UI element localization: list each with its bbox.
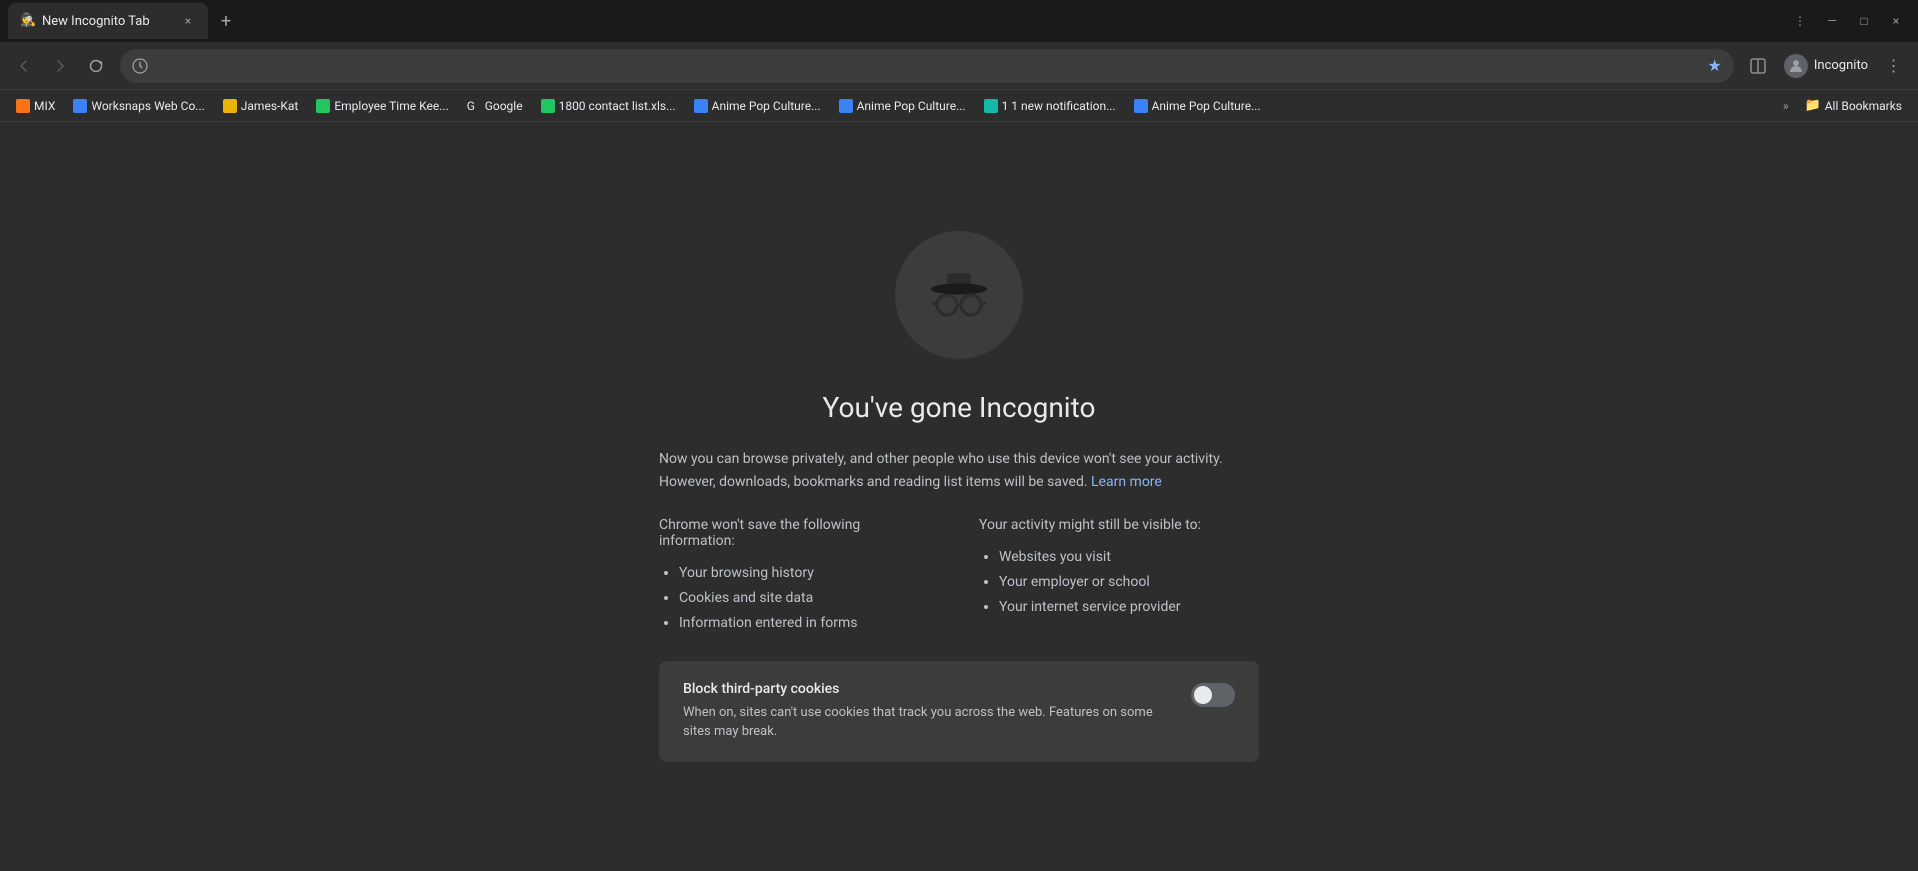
bookmark-anime2-label: Anime Pop Culture... — [857, 99, 966, 113]
profile-name: Incognito — [1814, 58, 1868, 73]
bookmark-1800-contact[interactable]: 1800 contact list.xls... — [533, 95, 684, 117]
incognito-icon — [919, 255, 999, 335]
bookmark-anime3-icon — [1134, 99, 1148, 113]
bookmark-employee-time-icon — [316, 99, 330, 113]
bookmark-anime2[interactable]: Anime Pop Culture... — [831, 95, 974, 117]
bookmark-james-kat-icon — [223, 99, 237, 113]
address-bar[interactable]: ★ — [120, 49, 1734, 83]
tab-title: New Incognito Tab — [42, 14, 174, 29]
bookmark-1800-contact-label: 1800 contact list.xls... — [559, 99, 676, 113]
new-tab-button[interactable]: + — [212, 7, 240, 35]
bookmark-worksnaps[interactable]: Worksnaps Web Co... — [65, 95, 212, 117]
bookmark-worksnaps-label: Worksnaps Web Co... — [91, 99, 204, 113]
chrome-menu-button[interactable]: ⋮ — [1878, 50, 1910, 82]
might-see-title: Your activity might still be visible to: — [979, 517, 1259, 533]
cookie-box: Block third-party cookies When on, sites… — [659, 661, 1259, 762]
might-see-item-2: Your employer or school — [999, 570, 1259, 595]
tab-close-button[interactable]: × — [180, 13, 196, 29]
bookmark-james-kat-label: James-Kat — [241, 99, 299, 113]
bookmark-1800-contact-icon — [541, 99, 555, 113]
window-controls: ⋮ — □ × — [1786, 7, 1910, 35]
toggle-track[interactable] — [1191, 683, 1235, 707]
wont-save-title: Chrome won't save the following informat… — [659, 517, 939, 549]
wont-save-item-1: Your browsing history — [679, 561, 939, 586]
bookmark-anime1-icon — [694, 99, 708, 113]
reload-button[interactable] — [80, 50, 112, 82]
avatar — [1784, 54, 1808, 78]
might-see-item-1: Websites you visit — [999, 545, 1259, 570]
incognito-lists: Chrome won't save the following informat… — [659, 517, 1259, 637]
toolbar: ★ Incognito ⋮ — [0, 42, 1918, 90]
bookmark-mix[interactable]: MIX — [8, 95, 63, 117]
bookmark-worksnaps-icon — [73, 99, 87, 113]
bookmark-anime3[interactable]: Anime Pop Culture... — [1126, 95, 1269, 117]
bookmark-employee-time[interactable]: Employee Time Kee... — [308, 95, 456, 117]
bookmark-anime1-label: Anime Pop Culture... — [712, 99, 821, 113]
incognito-container: You've gone Incognito Now you can browse… — [639, 191, 1279, 801]
minimize-button[interactable]: — — [1818, 7, 1846, 35]
bookmark-star-icon[interactable]: ★ — [1708, 56, 1722, 75]
wont-save-column: Chrome won't save the following informat… — [659, 517, 939, 637]
all-bookmarks-label: All Bookmarks — [1825, 99, 1902, 113]
block-cookies-toggle[interactable] — [1191, 683, 1235, 707]
cookie-title: Block third-party cookies — [683, 681, 1175, 697]
close-window-button[interactable]: × — [1882, 7, 1910, 35]
bookmark-mix-label: MIX — [34, 99, 55, 113]
incognito-description: Now you can browse privately, and other … — [659, 448, 1259, 493]
back-button[interactable] — [8, 50, 40, 82]
browser-frame: 🕵 New Incognito Tab × + ⋮ — □ × ★ — [0, 0, 1918, 871]
incognito-icon-circle — [895, 231, 1023, 359]
profile-button[interactable]: Incognito — [1776, 50, 1876, 82]
bookmark-notification[interactable]: 1 1 new notification... — [976, 95, 1124, 117]
bookmark-notification-label: 1 1 new notification... — [1002, 99, 1116, 113]
bookmark-mix-icon — [16, 99, 30, 113]
incognito-title: You've gone Incognito — [823, 391, 1096, 424]
bookmark-google-icon: G — [467, 99, 481, 113]
wont-save-item-3: Information entered in forms — [679, 611, 939, 636]
bookmark-notification-icon — [984, 99, 998, 113]
all-bookmarks-folder-icon: 📁 — [1805, 98, 1821, 113]
forward-button[interactable] — [44, 50, 76, 82]
tabs-search-button[interactable]: ⋮ — [1786, 7, 1814, 35]
all-bookmarks-button[interactable]: 📁 All Bookmarks — [1797, 94, 1910, 117]
might-see-item-3: Your internet service provider — [999, 595, 1259, 620]
tab-bar: 🕵 New Incognito Tab × + ⋮ — □ × — [0, 0, 1918, 42]
might-see-list: Websites you visit Your employer or scho… — [979, 545, 1259, 621]
cookie-text: Block third-party cookies When on, sites… — [683, 681, 1175, 742]
bookmarks-more-button[interactable]: » — [1777, 95, 1795, 117]
address-favicon — [132, 58, 148, 74]
bookmark-anime3-label: Anime Pop Culture... — [1152, 99, 1261, 113]
wont-save-item-2: Cookies and site data — [679, 586, 939, 611]
toolbar-right: Incognito ⋮ — [1742, 50, 1910, 82]
split-tab-button[interactable] — [1742, 50, 1774, 82]
maximize-button[interactable]: □ — [1850, 7, 1878, 35]
wont-save-list: Your browsing history Cookies and site d… — [659, 561, 939, 637]
toggle-thumb — [1194, 686, 1212, 704]
bookmarks-bar: MIX Worksnaps Web Co... James-Kat Employ… — [0, 90, 1918, 122]
cookie-description: When on, sites can't use cookies that tr… — [683, 703, 1175, 742]
bookmark-anime1[interactable]: Anime Pop Culture... — [686, 95, 829, 117]
bookmark-james-kat[interactable]: James-Kat — [215, 95, 307, 117]
bookmark-google[interactable]: G Google — [459, 95, 531, 117]
page-content: You've gone Incognito Now you can browse… — [0, 122, 1918, 871]
might-see-column: Your activity might still be visible to:… — [979, 517, 1259, 637]
tab-favicon: 🕵 — [20, 13, 36, 29]
active-tab[interactable]: 🕵 New Incognito Tab × — [8, 3, 208, 39]
learn-more-link[interactable]: Learn more — [1091, 474, 1162, 490]
bookmark-anime2-icon — [839, 99, 853, 113]
bookmark-employee-time-label: Employee Time Kee... — [334, 99, 448, 113]
bookmark-google-label: Google — [485, 99, 523, 113]
